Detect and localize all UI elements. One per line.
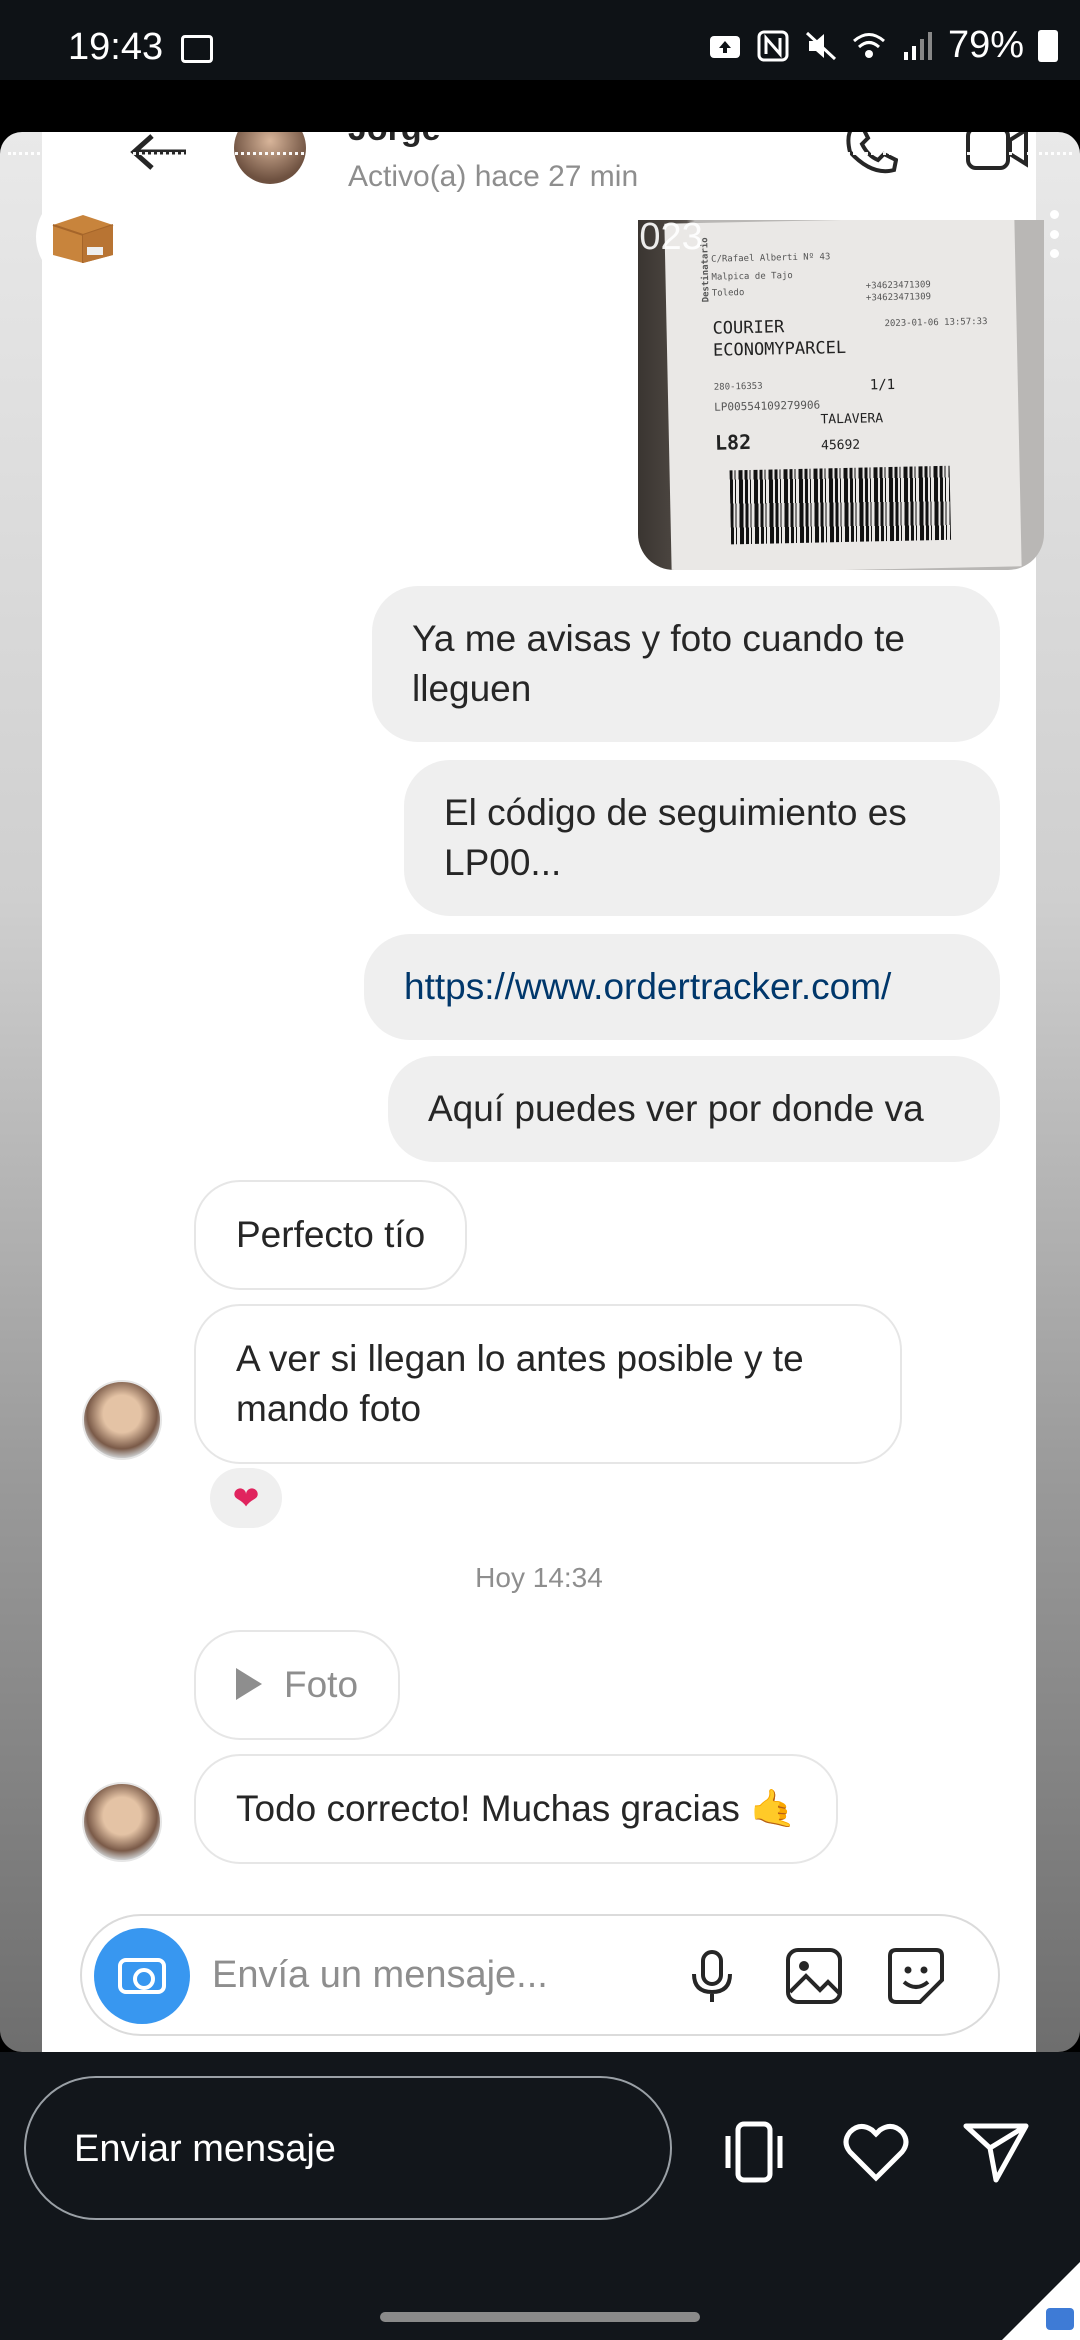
tracking-link[interactable]: https://www.ordertracker.com/ [364,934,1000,1040]
nfc-icon [757,30,789,61]
more-options-icon[interactable] [1048,210,1060,258]
play-icon [236,1668,262,1701]
story-username[interactable]: Pedidos [168,216,316,259]
mute-icon [805,31,836,60]
heart-reaction[interactable]: ❤ [210,1468,282,1528]
signal-icon [903,31,932,60]
reply-input[interactable]: Enviar mensaje [24,2076,672,2220]
story-date: 16 de enero de 2023 [352,216,703,258]
sender-avatar [82,1380,162,1460]
shipping-label-photo[interactable]: C/Rafael Alberti Nº 43 Malpica de Tajo T… [638,220,1044,570]
label-pieces: 1/1 [869,376,896,394]
battery-icon [1038,29,1058,62]
message-outgoing-4[interactable]: Aquí puedes ver por donde va [388,1056,1000,1162]
contact-name: Jorge [348,132,441,149]
status-icons: 79% [708,24,1058,67]
home-indicator[interactable] [380,2312,700,2322]
label-code: LP00554109279906 [714,398,821,414]
wifi-icon [852,32,885,58]
photo-message[interactable]: Foto [194,1630,401,1740]
sender-avatar [82,1782,162,1862]
message-outgoing-2[interactable]: El código de seguimiento es LP00... [404,760,1000,916]
vibrate-icon[interactable] [718,2116,790,2188]
reply-input-label: Enviar mensaje [74,2128,336,2170]
story-view[interactable]: Jorge Activo(a) hace 27 min C/Rafael Alb… [0,132,1080,2052]
message-incoming-3[interactable]: Todo correcto! Muchas gracias 🤙 [194,1754,839,1864]
upload-notification-icon [709,35,740,58]
message-incoming-2[interactable]: A ver si llegan lo antes posible y te ma… [194,1304,902,1464]
photo-message-label: Foto [284,1664,359,1705]
status-bar: 19:43 79% [0,0,1080,80]
label-route: L82 [714,429,752,455]
message-incoming-1[interactable]: Perfecto tío [194,1180,468,1290]
gallery-icon[interactable] [784,1946,844,2006]
sticker-icon[interactable] [886,1946,946,2006]
message-timestamp: Hoy 14:34 [475,1562,603,1593]
label-carrier: COURIER [712,317,785,339]
like-heart-icon[interactable] [840,2116,912,2188]
folder-icon [1046,2308,1074,2330]
label-city: TALAVERA [820,411,884,428]
contact-status: Activo(a) hace 27 min [348,160,639,193]
contact-avatar [234,132,306,184]
camera-button[interactable] [94,1928,190,2024]
story-progress-bar [8,152,1072,155]
chat-screenshot: Jorge Activo(a) hace 27 min C/Rafael Alb… [42,132,1044,2052]
microphone-icon[interactable] [682,1946,742,2006]
message-input-placeholder[interactable]: Envía un mensaje... [212,1954,548,1997]
battery-percent: 79% [947,24,1024,66]
message-composer[interactable]: Envía un mensaje... [80,1914,1000,2036]
message-outgoing-1[interactable]: Ya me avisas y foto cuando te lleguen [372,586,1000,742]
story-avatar[interactable] [36,190,130,284]
phone-icon [846,132,898,174]
camera-icon [118,1958,166,1994]
status-time: 19:43 [68,26,164,68]
label-service: ECONOMYPARCEL [712,337,847,361]
gallery-notification-icon [181,35,213,63]
story-reply-bar: Enviar mensaje [0,2052,1080,2340]
send-icon[interactable] [960,2116,1032,2188]
label-postal: 45692 [820,437,861,454]
shipping-label: C/Rafael Alberti Nº 43 Malpica de Tajo T… [664,220,1022,570]
barcode [729,465,952,545]
package-icon [52,215,114,263]
